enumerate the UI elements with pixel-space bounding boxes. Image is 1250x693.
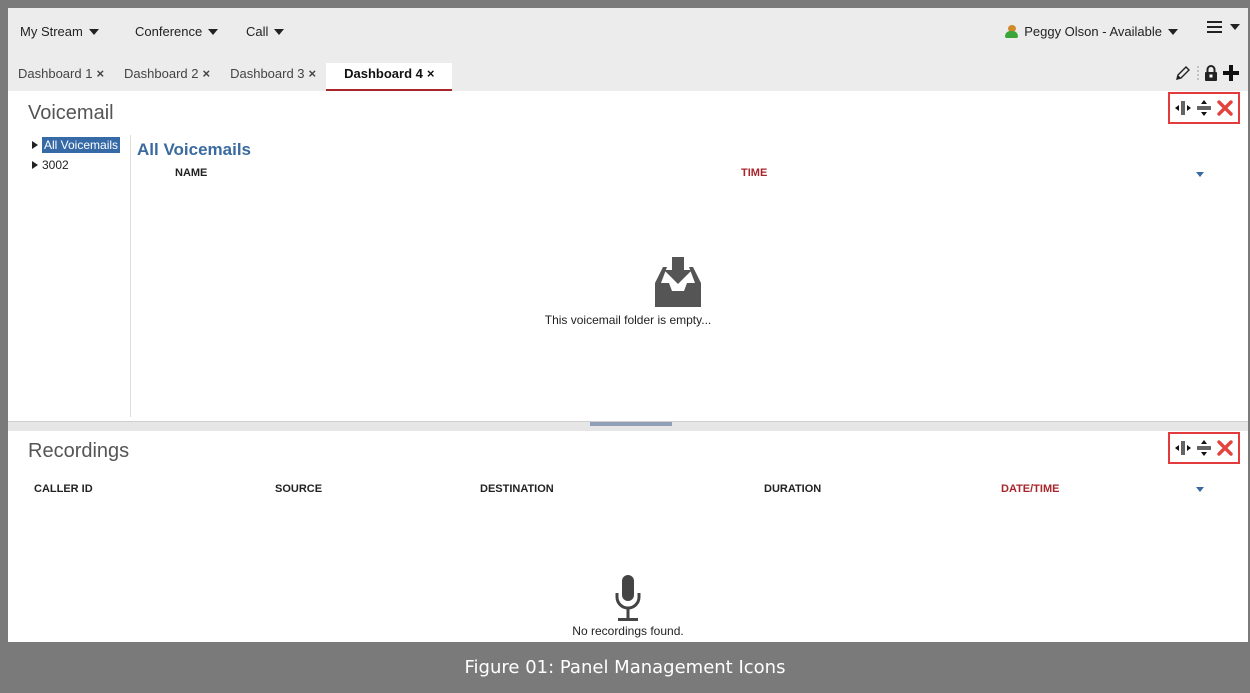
close-panel-icon[interactable] <box>1217 440 1233 456</box>
column-menu-icon[interactable] <box>1196 487 1204 492</box>
my-stream-label: My Stream <box>20 24 83 39</box>
chevron-down-icon <box>88 28 99 35</box>
add-dashboard-icon[interactable] <box>1222 64 1240 82</box>
voicemail-panel: Voicemail All Voicemails 3002 All Voicem… <box>8 91 1248 421</box>
tree-divider <box>130 135 131 417</box>
column-header-source[interactable]: SOURCE <box>275 483 322 495</box>
user-status-label: Peggy Olson - Available <box>1024 24 1162 39</box>
dashboard-tools <box>1174 64 1240 82</box>
column-header-time[interactable]: TIME <box>741 167 767 179</box>
tab-dashboard-1[interactable]: Dashboard 1 × <box>8 63 114 91</box>
column-header-caller-id[interactable]: CALLER ID <box>34 483 93 495</box>
lock-icon[interactable] <box>1204 64 1218 82</box>
panel-management-icons <box>1168 432 1240 464</box>
top-menu-bar: My Stream Conference Call Peggy Olson - … <box>8 8 1248 54</box>
divider-icon <box>1197 66 1199 80</box>
conference-label: Conference <box>135 24 203 39</box>
tree-item-3002[interactable]: 3002 <box>32 155 120 175</box>
user-status-menu[interactable]: Peggy Olson - Available <box>1005 24 1178 39</box>
recordings-panel: Recordings CALLER ID SOURCE DESTINATION … <box>8 431 1248 642</box>
voicemail-empty-message: This voicemail folder is empty... <box>544 313 712 327</box>
tab-label: Dashboard 3 <box>230 66 305 81</box>
tab-dashboard-4[interactable]: Dashboard 4 × <box>326 63 453 91</box>
close-icon[interactable]: × <box>96 66 104 81</box>
column-menu-icon[interactable] <box>1196 172 1204 177</box>
recordings-empty-message: No recordings found. <box>572 624 684 638</box>
resize-vertical-icon[interactable] <box>1196 440 1212 456</box>
microphone-icon <box>615 575 641 621</box>
tab-label: Dashboard 4 <box>344 66 423 81</box>
column-header-duration[interactable]: DURATION <box>764 483 821 495</box>
dashboard-tabs: Dashboard 1 × Dashboard 2 × Dashboard 3 × D… <box>8 63 453 91</box>
chevron-down-icon <box>1230 24 1240 30</box>
tree-item-label: All Voicemails <box>42 137 121 153</box>
tab-label: Dashboard 2 <box>124 66 199 81</box>
app-window: My Stream Conference Call Peggy Olson - … <box>8 8 1248 642</box>
tree-item-label: 3002 <box>42 158 69 172</box>
tab-dashboard-2[interactable]: Dashboard 2 × <box>114 63 220 91</box>
list-menu-button[interactable] <box>1207 21 1240 33</box>
close-icon[interactable]: × <box>427 66 435 81</box>
close-panel-icon[interactable] <box>1217 100 1233 116</box>
column-header-destination[interactable]: DESTINATION <box>480 483 554 495</box>
user-icon <box>1005 25 1019 38</box>
panel-splitter <box>8 421 1248 431</box>
resize-horizontal-icon[interactable] <box>1175 440 1191 456</box>
pencil-icon[interactable] <box>1174 64 1192 82</box>
voicemail-tree: All Voicemails 3002 <box>32 135 121 175</box>
my-stream-menu[interactable]: My Stream <box>20 24 99 39</box>
expand-arrow-icon[interactable] <box>32 161 38 169</box>
tab-label: Dashboard 1 <box>18 66 93 81</box>
chevron-down-icon <box>1168 28 1178 35</box>
tree-item-all-voicemails[interactable]: All Voicemails <box>32 135 121 155</box>
list-icon <box>1207 21 1222 33</box>
tab-dashboard-3[interactable]: Dashboard 3 × <box>220 63 326 91</box>
voicemail-title: Voicemail <box>28 102 114 124</box>
column-header-name[interactable]: NAME <box>175 167 207 179</box>
splitter-handle[interactable] <box>590 422 672 426</box>
panel-management-icons <box>1168 92 1240 124</box>
conference-menu[interactable]: Conference <box>135 24 219 39</box>
chevron-down-icon <box>208 28 219 35</box>
figure-caption: Figure 01: Panel Management Icons <box>0 642 1250 693</box>
resize-horizontal-icon[interactable] <box>1175 100 1191 116</box>
inbox-download-icon <box>655 257 701 307</box>
close-icon[interactable]: × <box>203 66 211 81</box>
resize-vertical-icon[interactable] <box>1196 100 1212 116</box>
chevron-down-icon <box>274 28 285 35</box>
close-icon[interactable]: × <box>309 66 317 81</box>
expand-arrow-icon[interactable] <box>32 141 38 149</box>
call-label: Call <box>246 24 269 39</box>
recordings-title: Recordings <box>28 440 130 462</box>
column-header-date-time[interactable]: DATE/TIME <box>1001 483 1059 495</box>
call-menu[interactable]: Call <box>246 24 285 39</box>
voicemail-subtitle: All Voicemails <box>137 140 252 159</box>
